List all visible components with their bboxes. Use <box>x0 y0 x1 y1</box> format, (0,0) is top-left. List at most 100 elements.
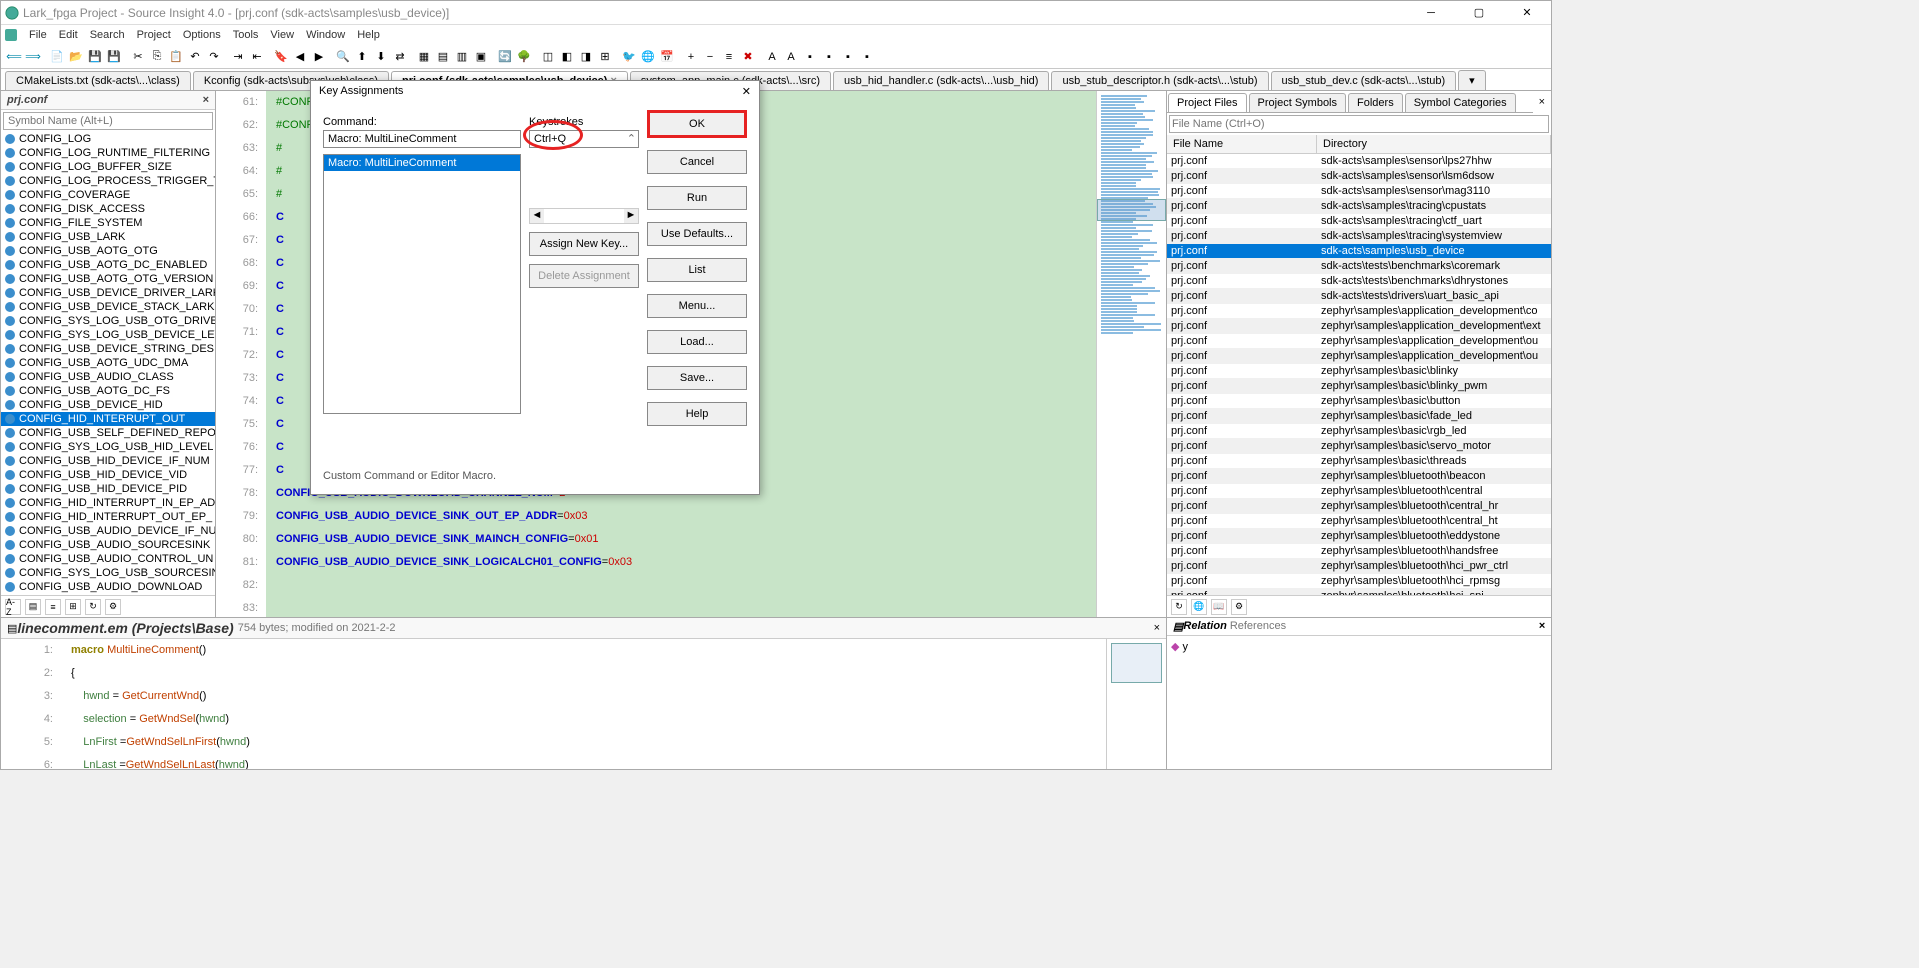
bird-icon[interactable]: 🐦 <box>620 48 638 66</box>
right-panel-close-icon[interactable]: × <box>1533 96 1551 108</box>
close-button[interactable]: ✕ <box>1507 3 1547 23</box>
save-all-button[interactable]: 💾 <box>105 48 123 66</box>
file-row[interactable]: prj.confsdk-acts\samples\sensor\lsm6dsow <box>1167 169 1551 184</box>
col-file-name[interactable]: File Name <box>1167 135 1317 153</box>
r-gear-icon[interactable]: ⚙ <box>1231 599 1247 615</box>
symbol-item[interactable]: CONFIG_COVERAGE <box>1 188 215 202</box>
file-row[interactable]: prj.confsdk-acts\tests\drivers\uart_basi… <box>1167 289 1551 304</box>
symbol-list[interactable]: CONFIG_LOGCONFIG_LOG_RUNTIME_FILTERING CO… <box>1 132 215 595</box>
view-tree-button[interactable]: ▤ <box>25 599 41 615</box>
forward-button[interactable]: ⟹ <box>24 48 42 66</box>
stop-icon[interactable]: ✖ <box>739 48 757 66</box>
menu-search[interactable]: Search <box>84 27 131 43</box>
r-globe-icon[interactable]: 🌐 <box>1191 599 1207 615</box>
symbol-item[interactable]: CONFIG_USB_AUDIO_SOURCESINK <box>1 538 215 552</box>
symbol-item[interactable]: CONFIG_USB_AOTG_OTG_VERSION <box>1 272 215 286</box>
symbol-item[interactable]: CONFIG_USB_AOTG_DC_FS <box>1 384 215 398</box>
run-button[interactable]: Run <box>647 186 747 210</box>
file-row[interactable]: prj.confzephyr\samples\application_devel… <box>1167 349 1551 364</box>
use-defaults-button[interactable]: Use Defaults... <box>647 222 747 246</box>
calendar-icon[interactable]: 📅 <box>658 48 676 66</box>
file-row[interactable]: prj.confzephyr\samples\application_devel… <box>1167 304 1551 319</box>
right-tab[interactable]: Project Symbols <box>1249 93 1346 112</box>
r-book-icon[interactable]: 📖 <box>1211 599 1227 615</box>
sort-az-button[interactable]: A-Z <box>5 599 21 615</box>
panel-3-button[interactable]: ◨ <box>577 48 595 66</box>
file-row[interactable]: prj.confzephyr\samples\bluetooth\central… <box>1167 499 1551 514</box>
tab[interactable]: usb_stub_descriptor.h (sdk-acts\...\stub… <box>1051 71 1268 90</box>
menu-view[interactable]: View <box>264 27 300 43</box>
file-row[interactable]: prj.confzephyr\samples\bluetooth\central <box>1167 484 1551 499</box>
symbol-item[interactable]: CONFIG_USB_DEVICE_STRING_DES <box>1 342 215 356</box>
symbol-item[interactable]: CONFIG_USB_AOTG_OTG <box>1 244 215 258</box>
cut-button[interactable]: ✂ <box>129 48 147 66</box>
redo-button[interactable]: ↷ <box>205 48 223 66</box>
symbol-item[interactable]: CONFIG_HID_INTERRUPT_OUT_EP_ <box>1 510 215 524</box>
r-refresh-button[interactable]: ↻ <box>1171 599 1187 615</box>
file-row[interactable]: prj.confsdk-acts\tests\benchmarks\dhryst… <box>1167 274 1551 289</box>
next-bookmark-button[interactable]: ▶ <box>310 48 328 66</box>
layout-2-button[interactable]: ▤ <box>434 48 452 66</box>
symbol-item[interactable]: CONFIG_SYS_LOG_USB_SOURCESIN <box>1 566 215 580</box>
list-button[interactable]: List <box>647 258 747 282</box>
globe-icon[interactable]: 🌐 <box>639 48 657 66</box>
panel-1-button[interactable]: ◫ <box>539 48 557 66</box>
symbol-item[interactable]: CONFIG_HID_INTERRUPT_IN_EP_AD <box>1 496 215 510</box>
outdent-button[interactable]: ⇤ <box>248 48 266 66</box>
save-button-dialog[interactable]: Save... <box>647 366 747 390</box>
bookmark-button[interactable]: 🔖 <box>272 48 290 66</box>
copy-button[interactable]: ⎘ <box>148 48 166 66</box>
keystrokes-updown-icon[interactable]: ⌃ <box>627 132 636 145</box>
symbol-item[interactable]: CONFIG_FILE_SYSTEM <box>1 216 215 230</box>
tab[interactable]: CMakeLists.txt (sdk-acts\...\class) <box>5 71 191 90</box>
list-item[interactable]: Macro: MultiLineComment <box>324 155 520 171</box>
symbol-item[interactable]: CONFIG_USB_AUDIO_CLASS <box>1 370 215 384</box>
file-row[interactable]: prj.confzephyr\samples\bluetooth\hci_rpm… <box>1167 574 1551 589</box>
find-button[interactable]: 🔍 <box>334 48 352 66</box>
symbol-item[interactable]: CONFIG_USB_AOTG_UDC_DMA <box>1 356 215 370</box>
relation-item[interactable]: ◆y <box>1171 640 1547 653</box>
symbol-item[interactable]: CONFIG_USB_LARK <box>1 230 215 244</box>
file-row[interactable]: prj.confsdk-acts\samples\tracing\cpustat… <box>1167 199 1551 214</box>
text-b-button[interactable]: A <box>782 48 800 66</box>
find-prev-button[interactable]: ⬆ <box>353 48 371 66</box>
symbol-item[interactable]: CONFIG_USB_DEVICE_STACK_LARK <box>1 300 215 314</box>
file-row[interactable]: prj.confsdk-acts\tests\benchmarks\corema… <box>1167 259 1551 274</box>
zoom-out-button[interactable]: − <box>701 48 719 66</box>
file-row[interactable]: prj.confsdk-acts\samples\tracing\ctf_uar… <box>1167 214 1551 229</box>
file-row[interactable]: prj.confzephyr\samples\bluetooth\handsfr… <box>1167 544 1551 559</box>
back-button[interactable]: ⟸ <box>5 48 23 66</box>
symbol-item[interactable]: CONFIG_USB_HID_DEVICE_PID <box>1 482 215 496</box>
tab[interactable]: usb_hid_handler.c (sdk-acts\...\usb_hid) <box>833 71 1049 90</box>
symbol-item[interactable]: CONFIG_LOG_PROCESS_TRIGGER_T <box>1 174 215 188</box>
command-input[interactable] <box>323 130 521 148</box>
replace-button[interactable]: ⇄ <box>391 48 409 66</box>
new-file-button[interactable]: 📄 <box>48 48 66 66</box>
symbol-item[interactable]: CONFIG_LOG <box>1 132 215 146</box>
find-next-button[interactable]: ⬇ <box>372 48 390 66</box>
file-row[interactable]: prj.confzephyr\samples\bluetooth\eddysto… <box>1167 529 1551 544</box>
panel-2-button[interactable]: ◧ <box>558 48 576 66</box>
file-row[interactable]: prj.confzephyr\samples\basic\fade_led <box>1167 409 1551 424</box>
scroll-right-icon[interactable]: ► <box>624 209 638 223</box>
menu-project[interactable]: Project <box>131 27 177 43</box>
load-button[interactable]: Load... <box>647 330 747 354</box>
menu-file[interactable]: File <box>23 27 53 43</box>
layout-1-button[interactable]: ▦ <box>415 48 433 66</box>
symbol-item[interactable]: CONFIG_LOG_RUNTIME_FILTERING <box>1 146 215 160</box>
ok-button[interactable]: OK <box>647 110 747 138</box>
file-row[interactable]: prj.confzephyr\samples\basic\threads <box>1167 454 1551 469</box>
cancel-button[interactable]: Cancel <box>647 150 747 174</box>
layout-3-button[interactable]: ▥ <box>453 48 471 66</box>
indent-button[interactable]: ⇥ <box>229 48 247 66</box>
save-button[interactable]: 💾 <box>86 48 104 66</box>
command-list[interactable]: Macro: MultiLineComment <box>323 154 521 414</box>
symbol-item[interactable]: CONFIG_SYS_LOG_USB_OTG_DRIVE <box>1 314 215 328</box>
view-list-button[interactable]: ≡ <box>45 599 61 615</box>
dialog-close-icon[interactable]: ✕ <box>742 85 751 98</box>
open-button[interactable]: 📂 <box>67 48 85 66</box>
symbol-item[interactable]: CONFIG_USB_SELF_DEFINED_REPO <box>1 426 215 440</box>
file-search-input[interactable] <box>1169 115 1549 133</box>
maximize-button[interactable]: ▢ <box>1459 3 1499 23</box>
file-row[interactable]: prj.confzephyr\samples\basic\rgb_led <box>1167 424 1551 439</box>
